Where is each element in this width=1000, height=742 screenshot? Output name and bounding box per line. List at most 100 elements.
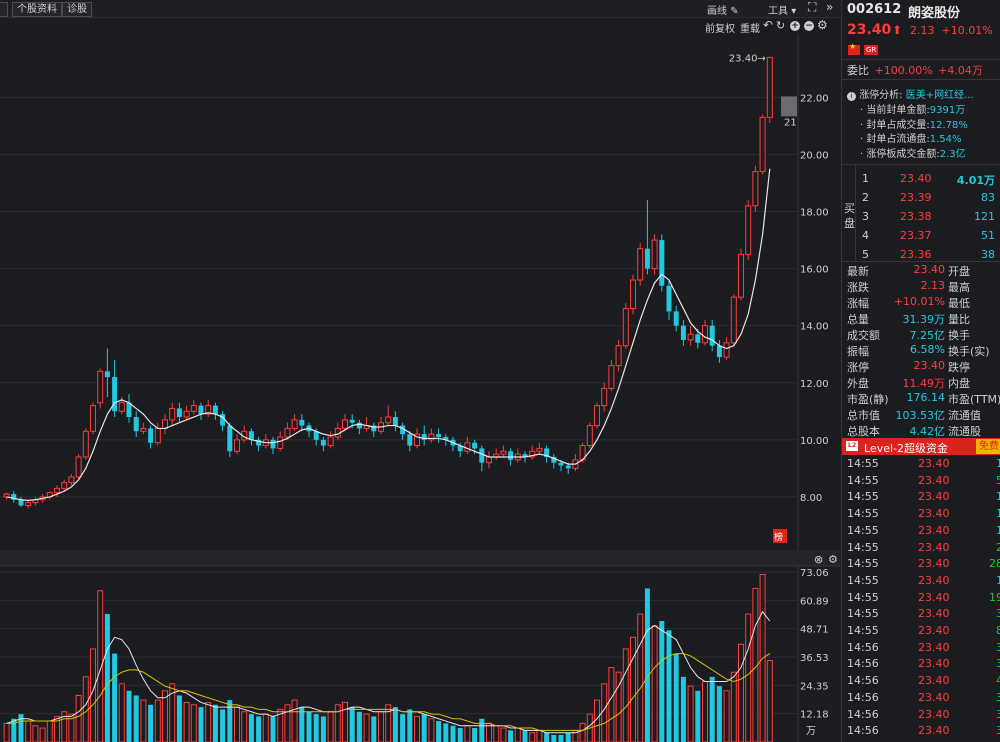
tick-volume: 3 (996, 640, 1000, 654)
volume-bar (421, 714, 427, 742)
stat-value: 4.42亿 (909, 425, 946, 438)
order-book-row[interactable]: 3 23.38 121 (842, 209, 1000, 225)
stat-label: 振幅 (847, 345, 869, 358)
volume-tick-label: 48.71 (800, 625, 829, 636)
price-tick-label: 18.00 (800, 208, 829, 219)
volume-bar (493, 725, 500, 742)
volume-bar (673, 653, 679, 742)
zoom-out-icon[interactable]: − (804, 21, 814, 31)
volume-bar (436, 721, 442, 742)
stat-label: 涨幅 (847, 297, 869, 310)
candle-body (615, 345, 622, 367)
volume-bar (450, 725, 456, 742)
stat-row: 总量 31.39万 量比 (842, 311, 1000, 327)
tab-partial[interactable] (0, 2, 8, 17)
candle-body (472, 442, 478, 449)
volume-bar (695, 690, 701, 742)
tick-row: 14:55 23.40 19 (842, 590, 1000, 607)
zoom-in-icon[interactable]: + (790, 21, 800, 31)
stat-value: +10.01% (893, 295, 945, 308)
candle-body (673, 311, 679, 326)
candle-body (176, 408, 182, 418)
candle-body (687, 333, 694, 341)
volume-bar (112, 653, 118, 742)
volume-bar (558, 735, 564, 742)
refresh-icon[interactable]: ↻ (776, 19, 785, 32)
tick-volume: 8 (996, 624, 1000, 637)
tools-menu-button[interactable]: 工具 ▾ (768, 2, 796, 17)
volume-bar (666, 630, 672, 742)
candle-body (730, 296, 737, 344)
right-quote-panel: 002612 朗姿股份 23.40 ⬆ 2.13 +10.01% ★ GR 委比… (841, 0, 1000, 742)
settings-gear-icon[interactable]: ⚙ (817, 18, 828, 32)
order-volume: 83 (981, 191, 995, 204)
tab-stock-diagnosis[interactable]: 诊股 (62, 2, 92, 17)
stat-label: 开盘 (948, 265, 970, 278)
weibi-amount: +4.04万 (938, 64, 983, 77)
level2-free-badge[interactable]: 免费 (976, 439, 1000, 454)
volume-bar (363, 713, 370, 742)
stat-label: 最低 (948, 297, 970, 310)
collapse-right-icon[interactable]: » (826, 0, 833, 14)
candle-body (486, 456, 492, 464)
kline-chart-area[interactable]: 6.008.0010.0012.0014.0016.0018.0020.0022… (0, 34, 840, 742)
candle-body (479, 448, 485, 463)
draw-line-button[interactable]: 画线 ✎ (707, 2, 739, 17)
candle-body (299, 419, 305, 426)
volume-close-icon: ⊗ (814, 553, 823, 566)
volume-bar (334, 704, 341, 742)
volume-bar (702, 681, 708, 742)
order-level: 5 (862, 248, 869, 261)
tick-row: 14:56 23.40 3 (842, 690, 1000, 707)
candle-body (198, 405, 204, 415)
top-tab-strip: 个股资料 诊股 画线 ✎ 工具 ▾ ⛶ » (0, 0, 840, 18)
forward-adjust-button[interactable]: 前复权 (705, 20, 735, 35)
candle-body (18, 499, 24, 506)
tab-company-profile[interactable]: 个股资料 (12, 2, 62, 17)
tick-row: 14:56 23.40 3 (842, 640, 1000, 657)
weibi-pct: +100.00% (874, 64, 933, 77)
candle-body (82, 430, 89, 458)
fullscreen-icon[interactable]: ⛶ (808, 0, 816, 15)
volume-bar (414, 715, 420, 742)
candle-body (695, 334, 701, 343)
volume-bar (457, 728, 463, 742)
tick-time: 14:55 (847, 557, 879, 571)
candle-body (140, 427, 147, 432)
tick-price: 23.40 (918, 657, 950, 671)
candle-body (183, 410, 190, 418)
level2-bar[interactable]: L2 Level-2超级资金 免费 (842, 438, 1000, 455)
level2-icon: L2 (846, 441, 858, 451)
candle-body (759, 116, 766, 173)
stat-row: 涨跌 2.13 最高 (842, 279, 1000, 295)
candle-body (291, 419, 298, 429)
tick-price: 23.40 (918, 624, 950, 637)
candle-body (594, 405, 600, 427)
kline-chart-svg[interactable]: 6.008.0010.0012.0014.0016.0018.0020.0022… (0, 34, 840, 742)
overlay-button[interactable]: 重载 (740, 20, 760, 35)
volume-bar (97, 590, 104, 742)
limit-analysis-reason[interactable]: 医美+网红经... (906, 90, 974, 101)
candle-body (270, 439, 276, 449)
tick-price: 23.40 (918, 557, 950, 571)
tick-time: 14:55 (847, 624, 879, 637)
volume-bar (39, 727, 46, 742)
candle-body (3, 493, 10, 498)
volume-bar (11, 718, 17, 742)
order-level: 4 (862, 229, 869, 242)
undo-icon[interactable]: ↶ (763, 18, 773, 32)
tick-row: 14:55 23.40 3 (842, 606, 1000, 623)
tick-volume: 5 (996, 473, 1000, 487)
order-book-row[interactable]: 4 23.37 51 (842, 228, 1000, 244)
order-book-row[interactable]: 1 23.40 4.01万 (842, 171, 1000, 187)
order-book-row[interactable]: 2 23.39 83 (842, 190, 1000, 206)
tick-row: 14:55 23.40 1 (842, 523, 1000, 540)
tick-price: 23.40 (918, 457, 950, 470)
candle-body (702, 325, 708, 344)
candle-body (234, 439, 240, 452)
stat-row: 涨停 23.40 跌停 (842, 359, 1000, 375)
price-change: 2.13 +10.01% (910, 24, 993, 37)
volume-bar (464, 725, 471, 742)
stat-value: 176.14 (906, 391, 946, 404)
tick-price: 23.40 (918, 640, 950, 654)
